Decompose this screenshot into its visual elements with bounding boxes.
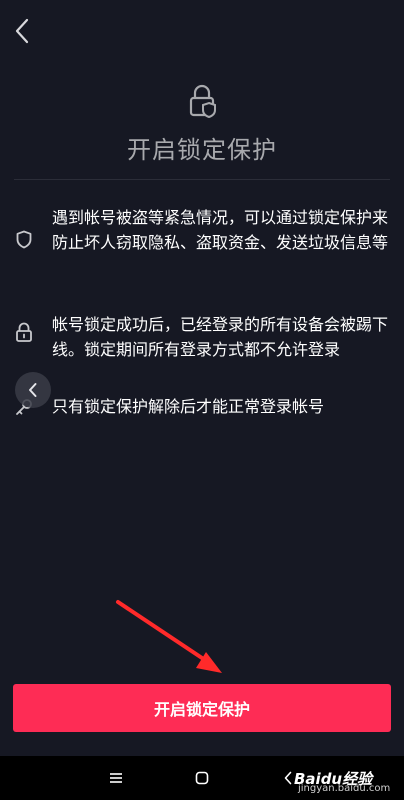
lock-icon (12, 320, 36, 344)
nav-home-button[interactable] (190, 766, 214, 790)
watermark-url: jingyan.baidu.com (298, 783, 391, 794)
lock-shield-icon (189, 84, 216, 118)
back-button[interactable] (8, 14, 36, 48)
chevron-left-icon (284, 771, 292, 785)
lock-protection-screen: 开启锁定保护 遇到帐号被盗等紧急情况，可以通过锁定保护来防止坏人窃取隐私、盗取资… (0, 0, 404, 756)
chevron-left-icon (15, 18, 29, 44)
nav-menu-button[interactable] (104, 766, 128, 790)
feature-text: 遇到帐号被盗等紧急情况，可以通过锁定保护来防止坏人窃取隐私、盗取资金、发送垃圾信… (52, 208, 389, 252)
baidu-watermark: Baidu经验 jingyan.baidu.com (294, 756, 404, 800)
feature-text: 帐号锁定成功后，已经登录的所有设备会被踢下线。锁定期间所有登录方式都不允许登录 (52, 315, 389, 359)
page-title: 开启锁定保护 (127, 136, 277, 164)
floating-back-button[interactable] (15, 372, 51, 408)
enable-lock-protection-button[interactable]: 开启锁定保护 (13, 684, 391, 732)
shield-icon (12, 227, 36, 251)
menu-icon (110, 773, 122, 783)
divider (14, 179, 390, 180)
feature-text: 只有锁定保护解除后才能正常登录帐号 (52, 397, 325, 416)
chevron-left-icon (29, 383, 37, 397)
square-home-icon (195, 771, 209, 785)
